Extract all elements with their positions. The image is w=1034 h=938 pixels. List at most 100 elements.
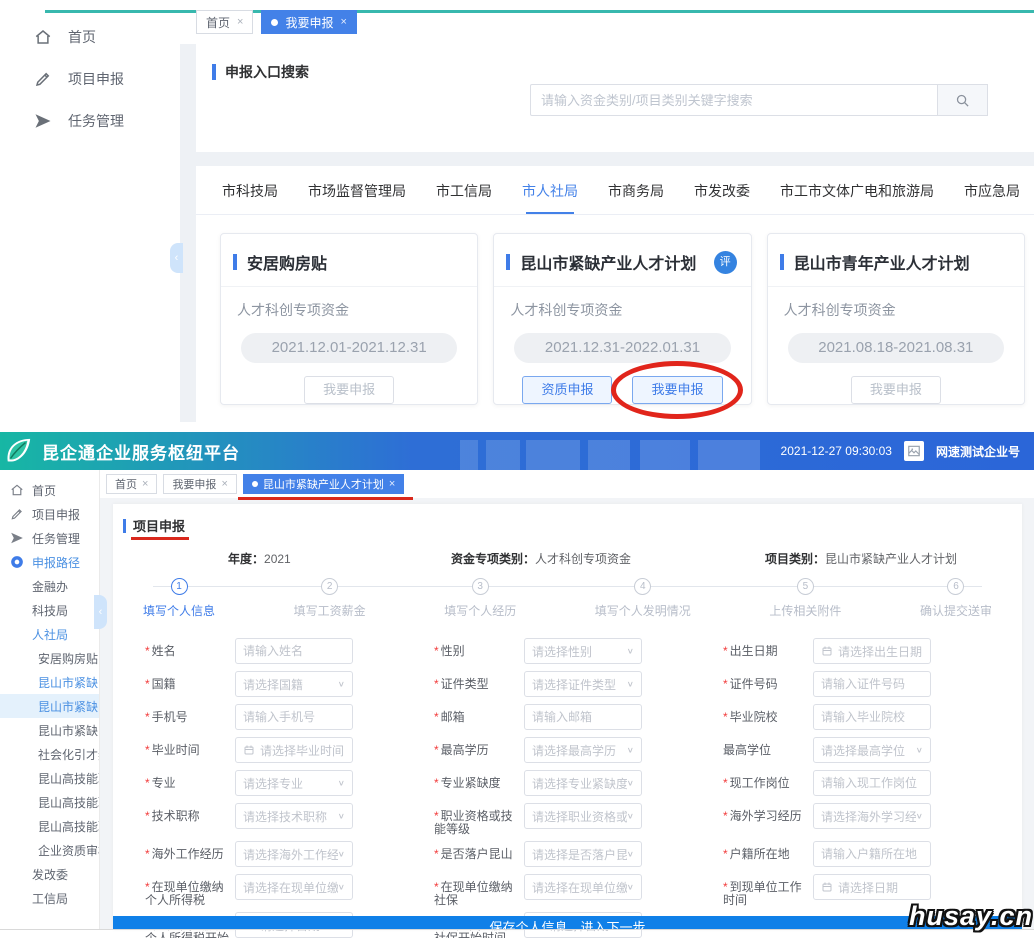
collapse-handle-icon[interactable]: ‹ [170, 243, 183, 273]
select-海外工作经历[interactable]: 请选择海外工作经历∨ [235, 841, 353, 867]
sidebar-item-label: 任务管理 [32, 530, 80, 547]
select-最高学位[interactable]: 请选择最高学位∨ [813, 737, 931, 763]
date-picker-出生日期[interactable]: 请选择出生日期 [813, 638, 931, 664]
select-海外学习经历[interactable]: 请选择海外学习经历∨ [813, 803, 931, 829]
sidebar-item-任务管理[interactable]: 任务管理 [0, 526, 99, 550]
field-label-text: 毕业时间 [152, 743, 200, 757]
sidebar-item-首页[interactable]: 首页 [0, 16, 180, 58]
sidebar-item-科技局[interactable]: 科技局 [0, 598, 99, 622]
date-picker-毕业时间[interactable]: 请选择毕业时间 [235, 737, 353, 763]
tab-我要申报[interactable]: 我要申报× [163, 474, 236, 494]
date-range-pill: 2021.12.01-2021.12.31 [241, 333, 457, 363]
bureau-tab-市应急局[interactable]: 市应急局 [964, 181, 1020, 214]
date-picker-到现单位工作时间[interactable]: 请选择日期 [813, 874, 931, 900]
select-国籍[interactable]: 请选择国籍∨ [235, 671, 353, 697]
search-input[interactable] [530, 84, 938, 116]
sidebar-item-项目申报[interactable]: 项目申报 [0, 58, 180, 100]
sidebar-item-昆山高技能职[interactable]: 昆山高技能职 [0, 790, 99, 814]
step-label: 填写个人信息 [143, 602, 215, 619]
field-label-text: 是否落户昆山 [441, 847, 513, 861]
select-职业资格或技能等级[interactable]: 请选择职业资格或技能等级∨ [524, 803, 642, 829]
sidebar-item-昆山市紧缺[interactable]: 昆山市紧缺 [0, 694, 99, 718]
step-number: 5 [797, 578, 814, 595]
sidebar-item-label: 昆山市紧缺 [38, 674, 98, 691]
select-最高学历[interactable]: 请选择最高学历∨ [524, 737, 642, 763]
text-input-现工作岗位[interactable] [813, 770, 931, 796]
tab-我要申报[interactable]: 我要申报× [261, 10, 356, 34]
select-证件类型[interactable]: 请选择证件类型∨ [524, 671, 642, 697]
sidebar-item-首页[interactable]: 首页 [0, 478, 99, 502]
sidebar-item-项目申报[interactable]: 项目申报 [0, 502, 99, 526]
bureau-tab-市工信局[interactable]: 市工信局 [436, 181, 492, 214]
required-asterisk: * [434, 880, 439, 894]
bureau-tab-市场监督管理局[interactable]: 市场监督管理局 [308, 181, 406, 214]
select-在现单位缴纳个人所得税[interactable]: 请选择在现单位缴纳个人所得∨ [235, 874, 353, 900]
bureau-tab-市商务局[interactable]: 市商务局 [608, 181, 664, 214]
search-button[interactable] [938, 84, 988, 116]
tab-首页[interactable]: 首页× [106, 474, 157, 494]
select-技术职称[interactable]: 请选择技术职称∨ [235, 803, 353, 829]
form-field: *户籍所在地 [723, 841, 1004, 869]
tab-首页[interactable]: 首页× [196, 10, 253, 34]
apply-button[interactable]: 我要申报 [304, 376, 394, 404]
form-field: *最高学历请选择最高学历∨ [434, 737, 715, 765]
account-name[interactable]: 网速测试企业号 [936, 443, 1020, 460]
apply-button[interactable]: 我要申报 [851, 376, 941, 404]
field-label: *现工作岗位 [723, 770, 813, 790]
select-是否落户昆山[interactable]: 请选择是否落户昆山∨ [524, 841, 642, 867]
select-专业紧缺度[interactable]: 请选择专业紧缺度∨ [524, 770, 642, 796]
text-input-户籍所在地[interactable] [813, 841, 931, 867]
field-label-text: 出生日期 [730, 644, 778, 658]
panel-title-text: 项目申报 [133, 516, 185, 535]
text-input-姓名[interactable] [235, 638, 353, 664]
sidebar-item-企业资质审核[interactable]: 企业资质审核 [0, 838, 99, 862]
text-input-邮箱[interactable] [524, 704, 642, 730]
form-field: *手机号 [145, 704, 426, 732]
qualification-apply-button[interactable]: 资质申报 [522, 376, 612, 404]
bureau-panel: 市科技局市场监督管理局市工信局市人社局市商务局市发改委市工市文体广电和旅游局市应… [196, 166, 1034, 420]
text-input-手机号[interactable] [235, 704, 353, 730]
required-asterisk: * [434, 776, 439, 790]
sidebar-item-申报路径[interactable]: 申报路径 [0, 550, 99, 574]
sidebar-item-安居购房贴[interactable]: 安居购房贴 [0, 646, 99, 670]
bureau-tab-市科技局[interactable]: 市科技局 [222, 181, 278, 214]
sidebar-item-昆山市紧缺[interactable]: 昆山市紧缺 [0, 670, 99, 694]
select-专业[interactable]: 请选择专业∨ [235, 770, 353, 796]
sidebar-item-昆山市紧缺[interactable]: 昆山市紧缺 [0, 718, 99, 742]
sidebar-item-label: 金融办 [32, 578, 68, 595]
select-性别[interactable]: 请选择性别∨ [524, 638, 642, 664]
required-asterisk: * [723, 880, 728, 894]
sidebar-item-任务管理[interactable]: 任务管理 [0, 100, 180, 142]
save-next-button[interactable]: 保存个人信息，进入下一步 [113, 916, 1022, 929]
sidebar-item-社会化引才奖[interactable]: 社会化引才奖 [0, 742, 99, 766]
required-asterisk: * [434, 847, 439, 861]
sidebar-item-label: 任务管理 [68, 111, 124, 131]
card-category: 人才科创专项资金 [221, 287, 477, 320]
platform-title: 昆企通企业服务枢纽平台 [42, 439, 240, 464]
sidebar-item-人社局[interactable]: 人社局 [0, 622, 99, 646]
field-label: *手机号 [145, 704, 235, 724]
home-icon [10, 483, 24, 497]
bureau-tab-市人社局[interactable]: 市人社局 [522, 181, 578, 214]
close-icon[interactable]: × [340, 16, 346, 28]
sidebar-item-工信局[interactable]: 工信局 [0, 886, 99, 910]
apply-button[interactable]: 我要申报 [632, 376, 722, 404]
tab-昆山市紧缺产业人才计划[interactable]: 昆山市紧缺产业人才计划× [243, 474, 404, 494]
sidebar-item-昆山高技能职[interactable]: 昆山高技能职 [0, 766, 99, 790]
close-icon[interactable]: × [389, 478, 395, 490]
sidebar-item-金融办[interactable]: 金融办 [0, 574, 99, 598]
select-placeholder: 请选择海外工作经历 [243, 846, 338, 863]
sidebar-item-昆山高技能职[interactable]: 昆山高技能职 [0, 814, 99, 838]
required-asterisk: * [145, 743, 150, 757]
close-icon[interactable]: × [221, 478, 227, 490]
select-在现单位缴纳社保[interactable]: 请选择在现单位缴纳社保∨ [524, 874, 642, 900]
close-icon[interactable]: × [237, 16, 243, 28]
field-label-text: 邮箱 [441, 710, 465, 724]
text-input-证件号码[interactable] [813, 671, 931, 697]
sidebar-item-发改委[interactable]: 发改委 [0, 862, 99, 886]
bureau-tab-市发改委[interactable]: 市发改委 [694, 181, 750, 214]
bureau-tab-市工市文体广电和旅游局[interactable]: 市工市文体广电和旅游局 [780, 181, 934, 214]
collapse-handle-icon[interactable]: ‹ [94, 595, 107, 629]
close-icon[interactable]: × [142, 478, 148, 490]
text-input-毕业院校[interactable] [813, 704, 931, 730]
